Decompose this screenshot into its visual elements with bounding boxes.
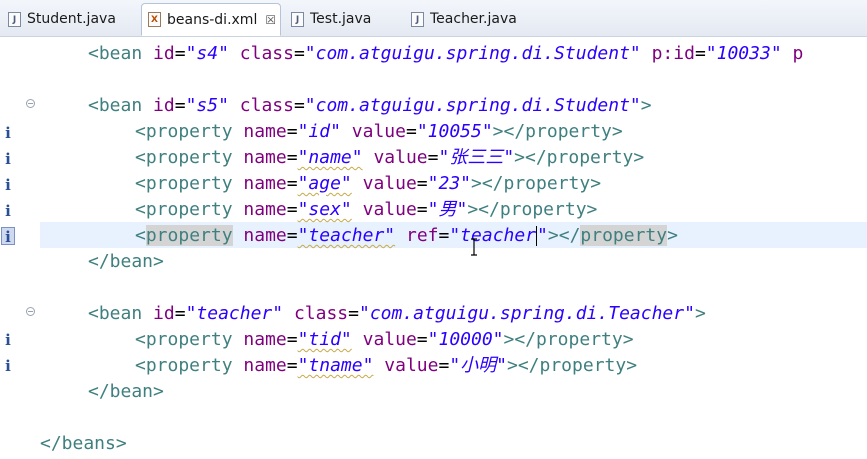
code-line[interactable]: </beans> [40, 431, 127, 457]
java-file-icon: J [291, 11, 304, 27]
info-icon[interactable]: i [1, 357, 15, 375]
info-icon[interactable]: i [1, 176, 15, 194]
tab-student-java[interactable]: J Student.java [8, 3, 116, 35]
code-line[interactable]: <bean id="s4" class="com.atguigu.spring.… [88, 41, 803, 67]
code-line[interactable]: <property name="id" value="10055"></prop… [135, 119, 623, 145]
code-line[interactable]: <bean id="s5" class="com.atguigu.spring.… [88, 93, 652, 119]
java-file-icon: J [8, 11, 21, 27]
tab-label: Student.java [27, 11, 116, 27]
info-icon[interactable]: i [1, 202, 15, 220]
tab-test-java[interactable]: J Test.java [291, 3, 371, 35]
tab-label: Teacher.java [430, 11, 517, 27]
info-icon[interactable]: i [1, 124, 15, 142]
info-icon[interactable]: i [1, 331, 15, 349]
tab-teacher-java[interactable]: J Teacher.java [411, 3, 517, 35]
code-line[interactable]: <property name="name" value="张三三"></prop… [135, 145, 644, 171]
mouse-ibeam-cursor-icon [471, 238, 477, 256]
tab-label: Test.java [310, 11, 372, 27]
code-line[interactable]: </bean> [88, 249, 164, 275]
java-file-icon: J [411, 11, 424, 27]
fold-icon[interactable]: − [26, 99, 35, 108]
code-line[interactable]: <property name="tname" value="小明"></prop… [135, 353, 637, 379]
code-line[interactable]: <bean id="teacher" class="com.atguigu.sp… [88, 301, 706, 327]
info-icon[interactable]: i [1, 227, 15, 246]
info-icon[interactable]: i [1, 150, 15, 168]
tab-beans-di-xml[interactable]: X beans-di.xml ☒ [141, 3, 281, 36]
code-line[interactable]: <property name="age" value="23"></proper… [135, 171, 601, 197]
xml-file-icon: X [148, 12, 161, 27]
occurrence-highlight: property [145, 225, 233, 246]
tab-label: beans-di.xml [167, 11, 258, 28]
code-line[interactable]: </bean> [88, 379, 164, 405]
occurrence-highlight: property [580, 225, 668, 246]
code-line-current[interactable]: <property name="teacher" ref="teacher"><… [135, 223, 678, 249]
editor-tab-bar: J Student.java X beans-di.xml ☒ J Test.j… [0, 0, 867, 37]
close-icon[interactable]: ☒ [265, 13, 276, 27]
code-line[interactable]: <property name="tid" value="10000"></pro… [135, 327, 634, 353]
fold-icon[interactable]: − [26, 307, 35, 316]
code-line[interactable]: <property name="sex" value="男"></propert… [135, 197, 597, 223]
